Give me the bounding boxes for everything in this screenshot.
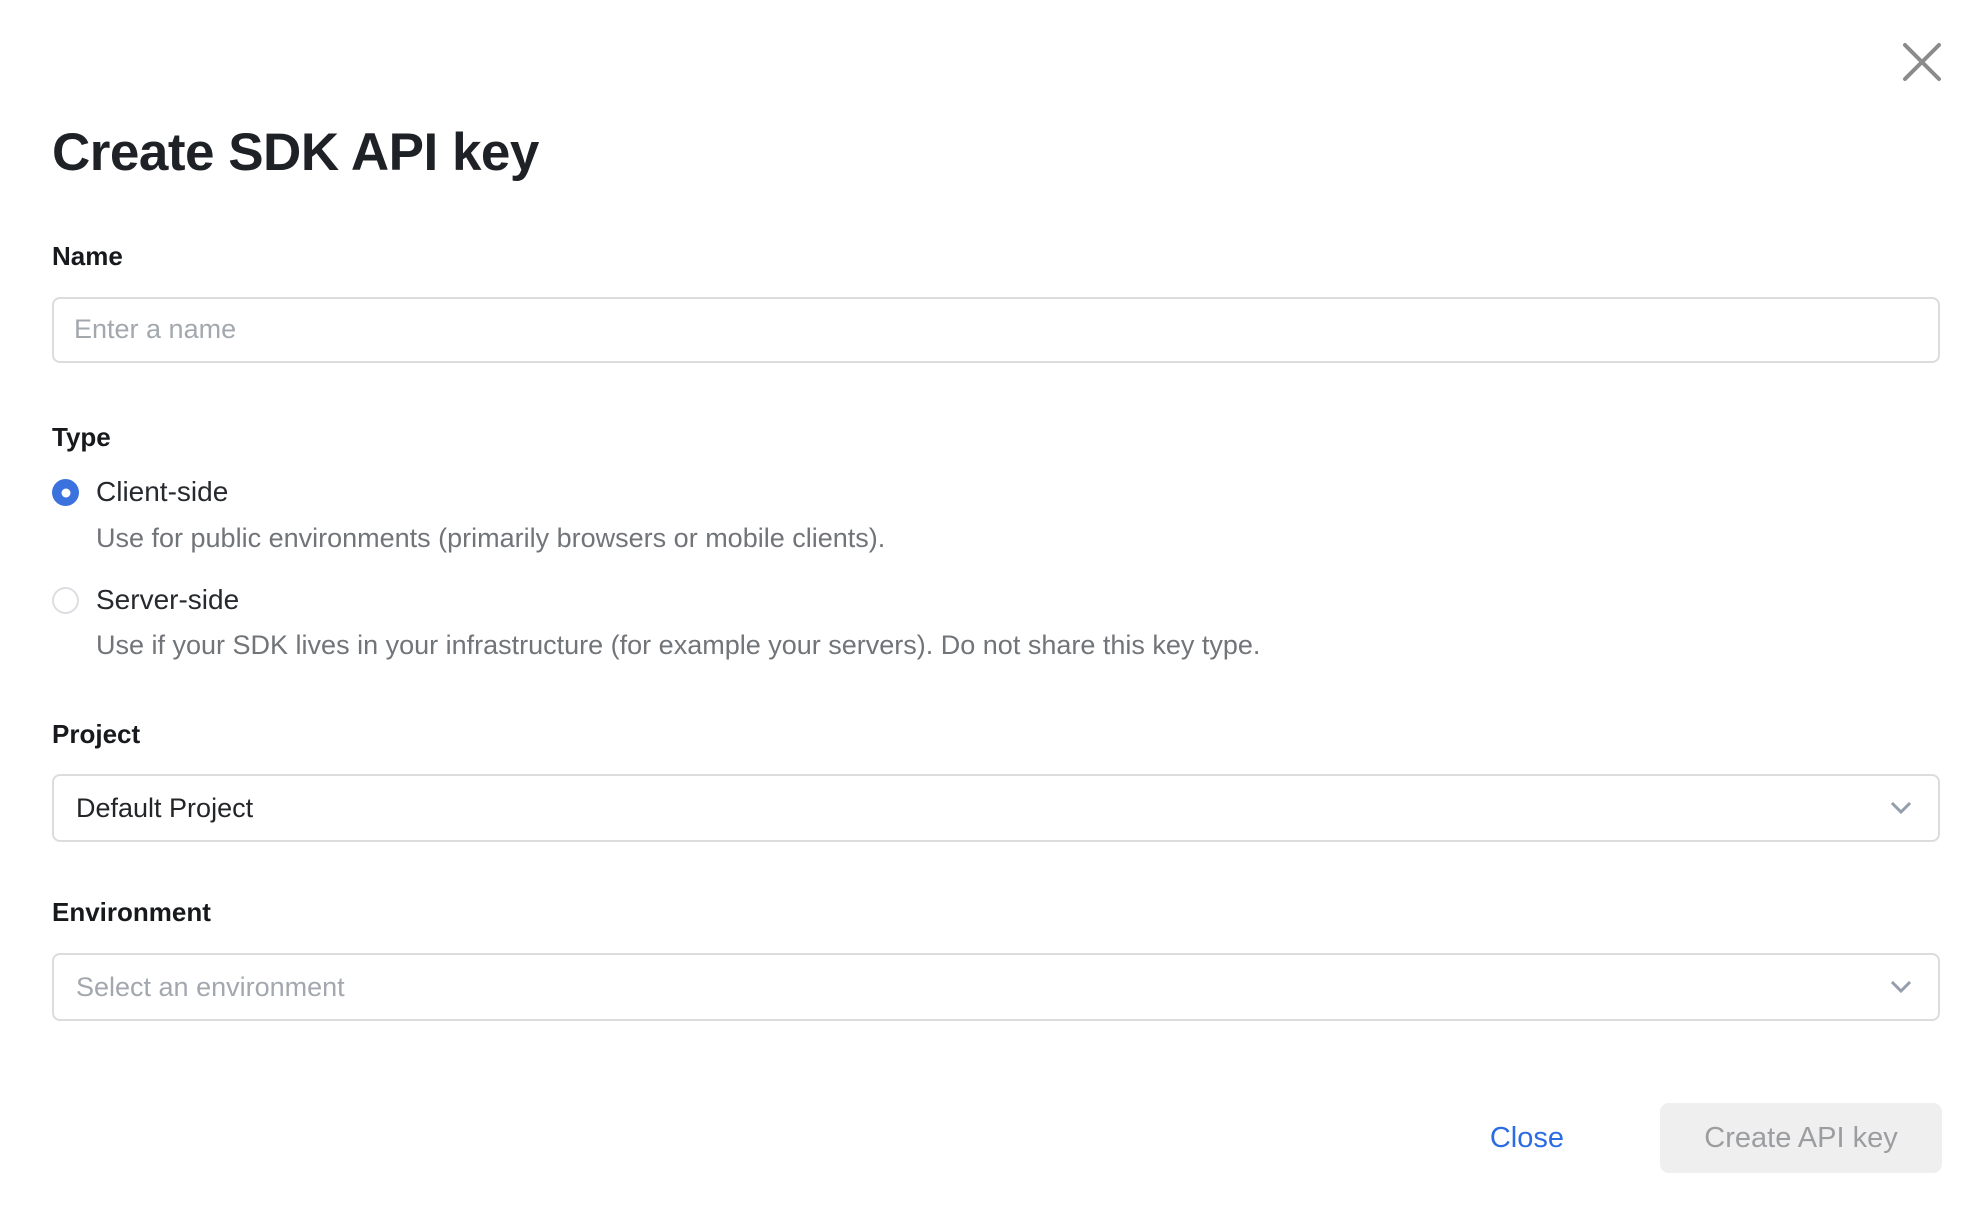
project-select-value: Default Project bbox=[76, 793, 253, 824]
environment-label: Environment bbox=[52, 898, 1940, 927]
project-select[interactable]: Default Project bbox=[52, 774, 1940, 842]
page-title: Create SDK API key bbox=[52, 0, 1940, 182]
radio-selected-icon[interactable] bbox=[52, 479, 79, 506]
environment-select[interactable]: Select an environment bbox=[52, 953, 1940, 1021]
radio-option-label: Server-side bbox=[96, 585, 239, 616]
radio-option-server-side[interactable]: Server-side bbox=[52, 585, 1940, 616]
radio-option-client-side[interactable]: Client-side bbox=[52, 477, 1940, 508]
chevron-down-icon bbox=[1886, 793, 1916, 823]
type-label: Type bbox=[52, 423, 1940, 452]
close-button[interactable]: Close bbox=[1490, 1122, 1564, 1155]
radio-option-label: Client-side bbox=[96, 477, 228, 508]
create-sdk-api-key-dialog: Create SDK API key Name Type Client-side… bbox=[0, 0, 1980, 1210]
environment-select-placeholder: Select an environment bbox=[76, 972, 345, 1003]
radio-option-description: Use for public environments (primarily b… bbox=[96, 522, 1940, 554]
radio-unselected-icon[interactable] bbox=[52, 587, 79, 614]
name-label: Name bbox=[52, 242, 1940, 271]
create-api-key-button[interactable]: Create API key bbox=[1660, 1103, 1942, 1173]
dialog-footer: Close Create API key bbox=[1490, 1103, 1942, 1173]
name-input[interactable] bbox=[52, 297, 1940, 363]
chevron-down-icon bbox=[1886, 972, 1916, 1002]
radio-option-description: Use if your SDK lives in your infrastruc… bbox=[96, 629, 1940, 661]
close-icon[interactable] bbox=[1898, 38, 1946, 86]
project-label: Project bbox=[52, 720, 1940, 749]
